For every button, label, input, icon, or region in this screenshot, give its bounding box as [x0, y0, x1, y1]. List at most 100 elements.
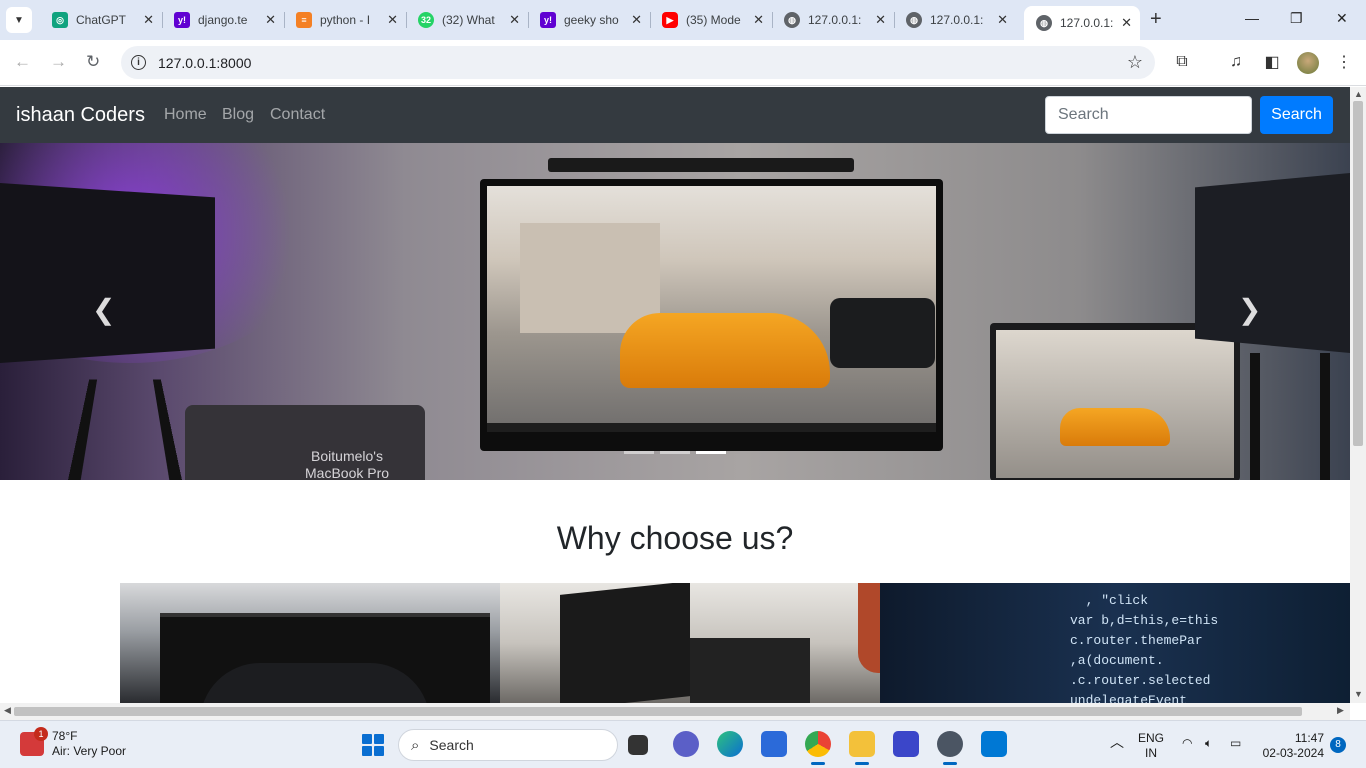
globe-icon: ◍: [784, 12, 800, 28]
start-button[interactable]: [362, 734, 384, 756]
taskbar-search-label: Search: [429, 737, 474, 753]
close-icon[interactable]: ✕: [1121, 15, 1132, 31]
site-brand[interactable]: ishaan Coders: [16, 104, 145, 127]
code-line: .c.router.selected: [1070, 673, 1211, 688]
feature-image-3: , "click var b,d=this,e=this c.router.them…: [880, 583, 1350, 703]
tab-title: (35) Mode: [686, 13, 741, 27]
screen-building: [520, 223, 660, 333]
globe-icon: ◍: [906, 12, 922, 28]
edge-icon[interactable]: [717, 731, 743, 757]
close-icon[interactable]: ✕: [875, 12, 886, 28]
youtube-icon: ▶: [662, 12, 678, 28]
url-text: 127.0.0.1:8000: [158, 54, 252, 71]
store-icon[interactable]: [761, 731, 787, 757]
close-icon[interactable]: ✕: [753, 12, 764, 28]
carousel-indicator-3[interactable]: [696, 451, 726, 454]
clock[interactable]: 11:47 02-03-2024: [1260, 731, 1324, 761]
horizontal-scrollbar[interactable]: ◀ ▶: [0, 703, 1350, 720]
task-view-icon[interactable]: [628, 735, 648, 755]
media-control-icon[interactable]: ♫: [1227, 53, 1245, 71]
carousel-indicator-2[interactable]: [660, 451, 690, 454]
tab-django[interactable]: y! django.te ✕: [162, 6, 285, 34]
wifi-icon[interactable]: ◠: [1182, 736, 1192, 751]
close-icon[interactable]: ✕: [631, 12, 642, 28]
chrome-icon[interactable]: [805, 731, 831, 765]
teams-meet-icon[interactable]: [673, 731, 699, 757]
minimize-icon[interactable]: —: [1245, 10, 1259, 26]
close-icon[interactable]: ✕: [387, 12, 398, 28]
vertical-scroll-thumb[interactable]: [1353, 101, 1363, 446]
tab-title: 127.0.0.1:: [1060, 16, 1114, 30]
chevron-up-icon[interactable]: ︿: [1110, 735, 1124, 750]
tab-localhost-1[interactable]: ◍ 127.0.0.1: ✕: [772, 6, 895, 34]
orange-sports-car: [620, 313, 830, 388]
weather-widget[interactable]: 1 78°F Air: Very Poor: [20, 727, 126, 759]
notification-badge[interactable]: 8: [1330, 737, 1346, 753]
clock-date: 02-03-2024: [1262, 746, 1324, 760]
site-info-icon[interactable]: i: [131, 55, 146, 70]
profile-avatar[interactable]: [1297, 52, 1319, 74]
battery-icon[interactable]: ▭: [1230, 736, 1241, 751]
menu-kebab-icon[interactable]: ⋮: [1335, 53, 1353, 71]
close-icon[interactable]: ✕: [265, 12, 276, 28]
language-indicator[interactable]: ENG IN: [1138, 731, 1164, 761]
site-search-button[interactable]: Search: [1260, 96, 1333, 134]
yahoo-icon: y!: [174, 12, 190, 28]
carousel-prev-icon[interactable]: ❮: [92, 293, 115, 326]
tab-geeky[interactable]: y! geeky sho ✕: [528, 6, 651, 34]
tab-python[interactable]: ≡ python - I ✕: [284, 6, 407, 34]
tab-localhost-2[interactable]: ◍ 127.0.0.1: ✕: [894, 6, 1016, 34]
tab-search-button[interactable]: ▼: [6, 7, 32, 33]
section-heading: Why choose us?: [556, 520, 794, 556]
black-suv: [830, 298, 935, 368]
extensions-icon[interactable]: ⧉: [1173, 53, 1191, 71]
lamp-stand-right: [1250, 353, 1330, 480]
volume-icon[interactable]: 🔈︎: [1205, 736, 1212, 751]
laptop-screen: [996, 330, 1234, 478]
back-icon[interactable]: ←: [14, 52, 31, 72]
tab-youtube[interactable]: ▶ (35) Mode ✕: [650, 6, 773, 34]
site-navbar: ishaan Coders Home Blog Contact Search: [0, 87, 1350, 143]
site-search-input[interactable]: [1045, 96, 1252, 134]
app-icon[interactable]: [893, 731, 919, 757]
side-panel-icon[interactable]: ◧: [1263, 53, 1281, 71]
close-window-icon[interactable]: ✕: [1336, 10, 1348, 27]
address-bar[interactable]: i 127.0.0.1:8000 ☆: [121, 46, 1155, 79]
nav-blog[interactable]: Blog: [222, 106, 254, 124]
restore-icon[interactable]: ❐: [1290, 10, 1303, 27]
carousel-indicator-1[interactable]: [624, 451, 654, 454]
tab-title: geeky sho: [564, 13, 619, 27]
horizontal-scroll-thumb[interactable]: [14, 707, 1302, 716]
language-line1: ENG: [1138, 731, 1165, 745]
tab-whatsapp[interactable]: 32 (32) What ✕: [406, 6, 529, 34]
code-line: var b,d=this,e=this: [1070, 613, 1219, 628]
tab-title: (32) What: [442, 13, 495, 27]
code-snippet: , "click var b,d=this,e=this c.router.them…: [1070, 591, 1218, 703]
scroll-down-icon[interactable]: ▼: [1354, 689, 1363, 699]
nav-home[interactable]: Home: [164, 106, 207, 124]
close-icon[interactable]: ✕: [997, 12, 1008, 28]
nav-contact[interactable]: Contact: [270, 106, 325, 124]
code-line: , "click: [1070, 593, 1149, 608]
new-tab-icon[interactable]: +: [1150, 8, 1162, 31]
close-icon[interactable]: ✕: [509, 12, 520, 28]
tab-chatgpt[interactable]: ◎ ChatGPT ✕: [40, 6, 163, 34]
tab-title: python - I: [320, 13, 371, 27]
feature-image-1: [120, 583, 500, 703]
tab-localhost-active[interactable]: ◍ 127.0.0.1: ✕: [1024, 6, 1140, 40]
scroll-right-icon[interactable]: ▶: [1337, 705, 1344, 716]
vertical-scrollbar[interactable]: ▲ ▼: [1350, 87, 1366, 703]
forward-icon[interactable]: →: [50, 52, 67, 72]
file-explorer-icon[interactable]: [849, 731, 875, 765]
reload-icon[interactable]: ↻: [86, 52, 100, 72]
vscode-icon[interactable]: [981, 731, 1007, 757]
taskbar-search[interactable]: ⌕ Search: [398, 729, 618, 761]
bookmark-star-icon[interactable]: ☆: [1127, 52, 1143, 73]
macbook-label-line1: Boitumelo's: [311, 448, 383, 464]
carousel-next-icon[interactable]: ❯: [1238, 293, 1261, 326]
scroll-up-icon[interactable]: ▲: [1354, 89, 1363, 99]
office-monitor-2: [690, 638, 810, 703]
settings-icon[interactable]: [937, 731, 963, 765]
close-icon[interactable]: ✕: [143, 12, 154, 28]
scroll-left-icon[interactable]: ◀: [4, 705, 11, 716]
